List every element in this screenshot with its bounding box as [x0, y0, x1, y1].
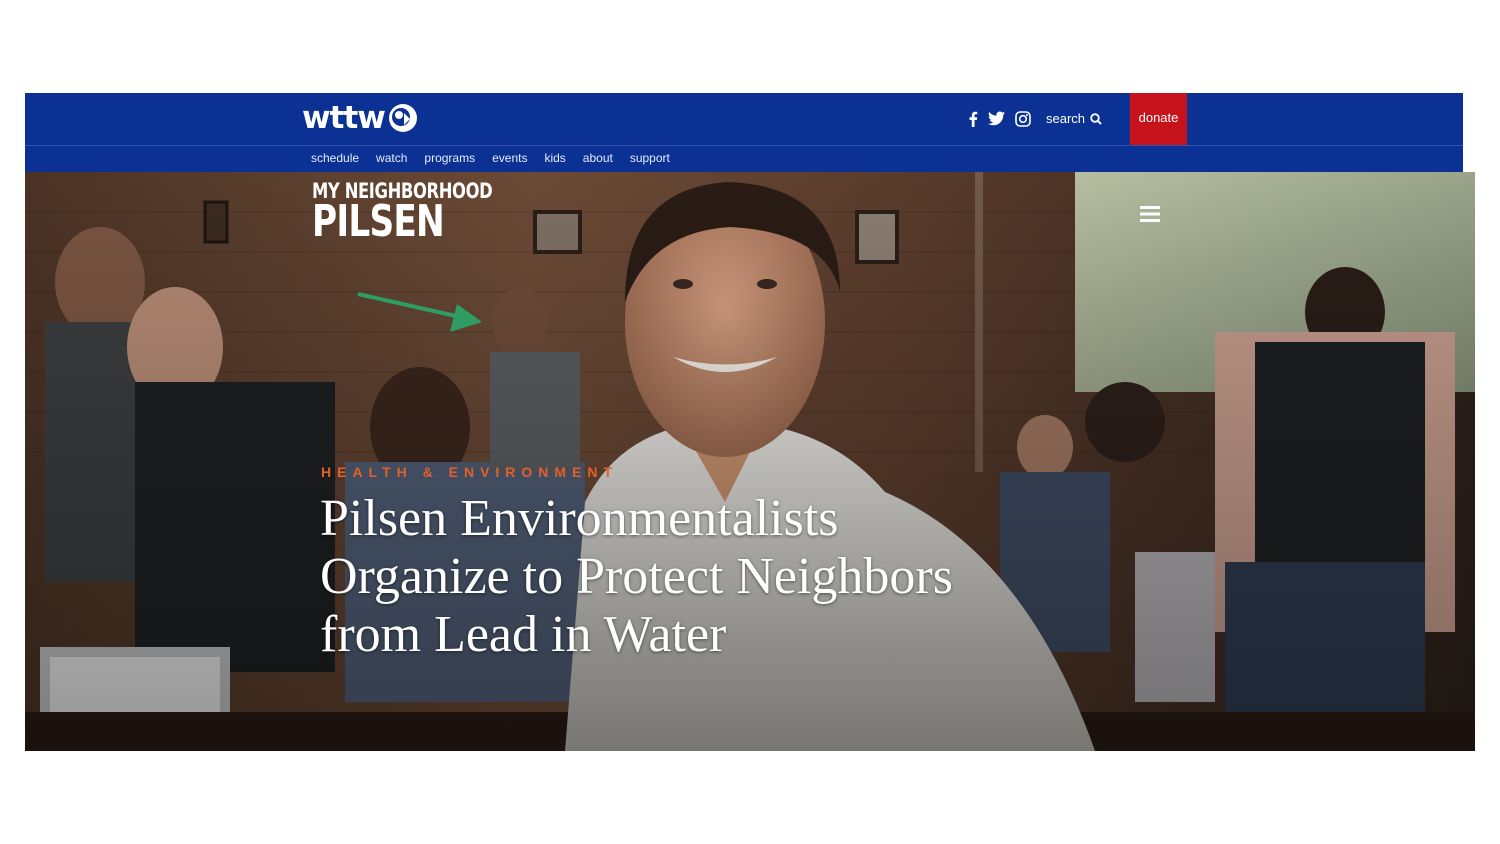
nav-item-events[interactable]: events [492, 146, 527, 170]
donate-button[interactable]: donate [1130, 93, 1187, 145]
nav-item-about[interactable]: about [583, 146, 613, 170]
search-button[interactable]: search [1046, 111, 1102, 126]
article-category[interactable]: HEALTH & ENVIRONMENT [321, 464, 618, 480]
nav-item-schedule[interactable]: schedule [311, 146, 359, 170]
top-header: wttw search donate [25, 93, 1463, 145]
search-label: search [1046, 111, 1086, 126]
search-icon [1090, 112, 1102, 125]
article-headline[interactable]: Pilsen Environmentalists Organize to Pro… [320, 490, 960, 664]
social-links [968, 111, 1031, 127]
twitter-icon[interactable] [988, 111, 1005, 126]
show-logo[interactable]: MY NEIGHBORHOOD PILSEN [312, 180, 493, 247]
page-frame: wttw search donate schedule watch progra… [25, 93, 1475, 751]
nav-item-programs[interactable]: programs [424, 146, 475, 170]
wttw-logo[interactable]: wttw [302, 101, 418, 135]
facebook-icon[interactable] [968, 111, 978, 127]
nav-item-support[interactable]: support [630, 146, 670, 170]
main-nav: schedule watch programs events kids abou… [25, 145, 1463, 172]
header-edge [1463, 93, 1475, 172]
hero-banner[interactable]: MY NEIGHBORHOOD PILSEN HEALTH & ENVIRONM… [25, 172, 1475, 751]
show-logo-line2: PILSEN [312, 196, 445, 247]
logo-wordmark: wttw [302, 100, 386, 136]
pbs-logo-icon [388, 104, 417, 132]
hero-photo [25, 172, 1475, 751]
hamburger-menu-icon[interactable] [1140, 206, 1160, 222]
nav-item-kids[interactable]: kids [544, 146, 565, 170]
nav-item-watch[interactable]: watch [376, 146, 407, 170]
instagram-icon[interactable] [1015, 111, 1031, 127]
